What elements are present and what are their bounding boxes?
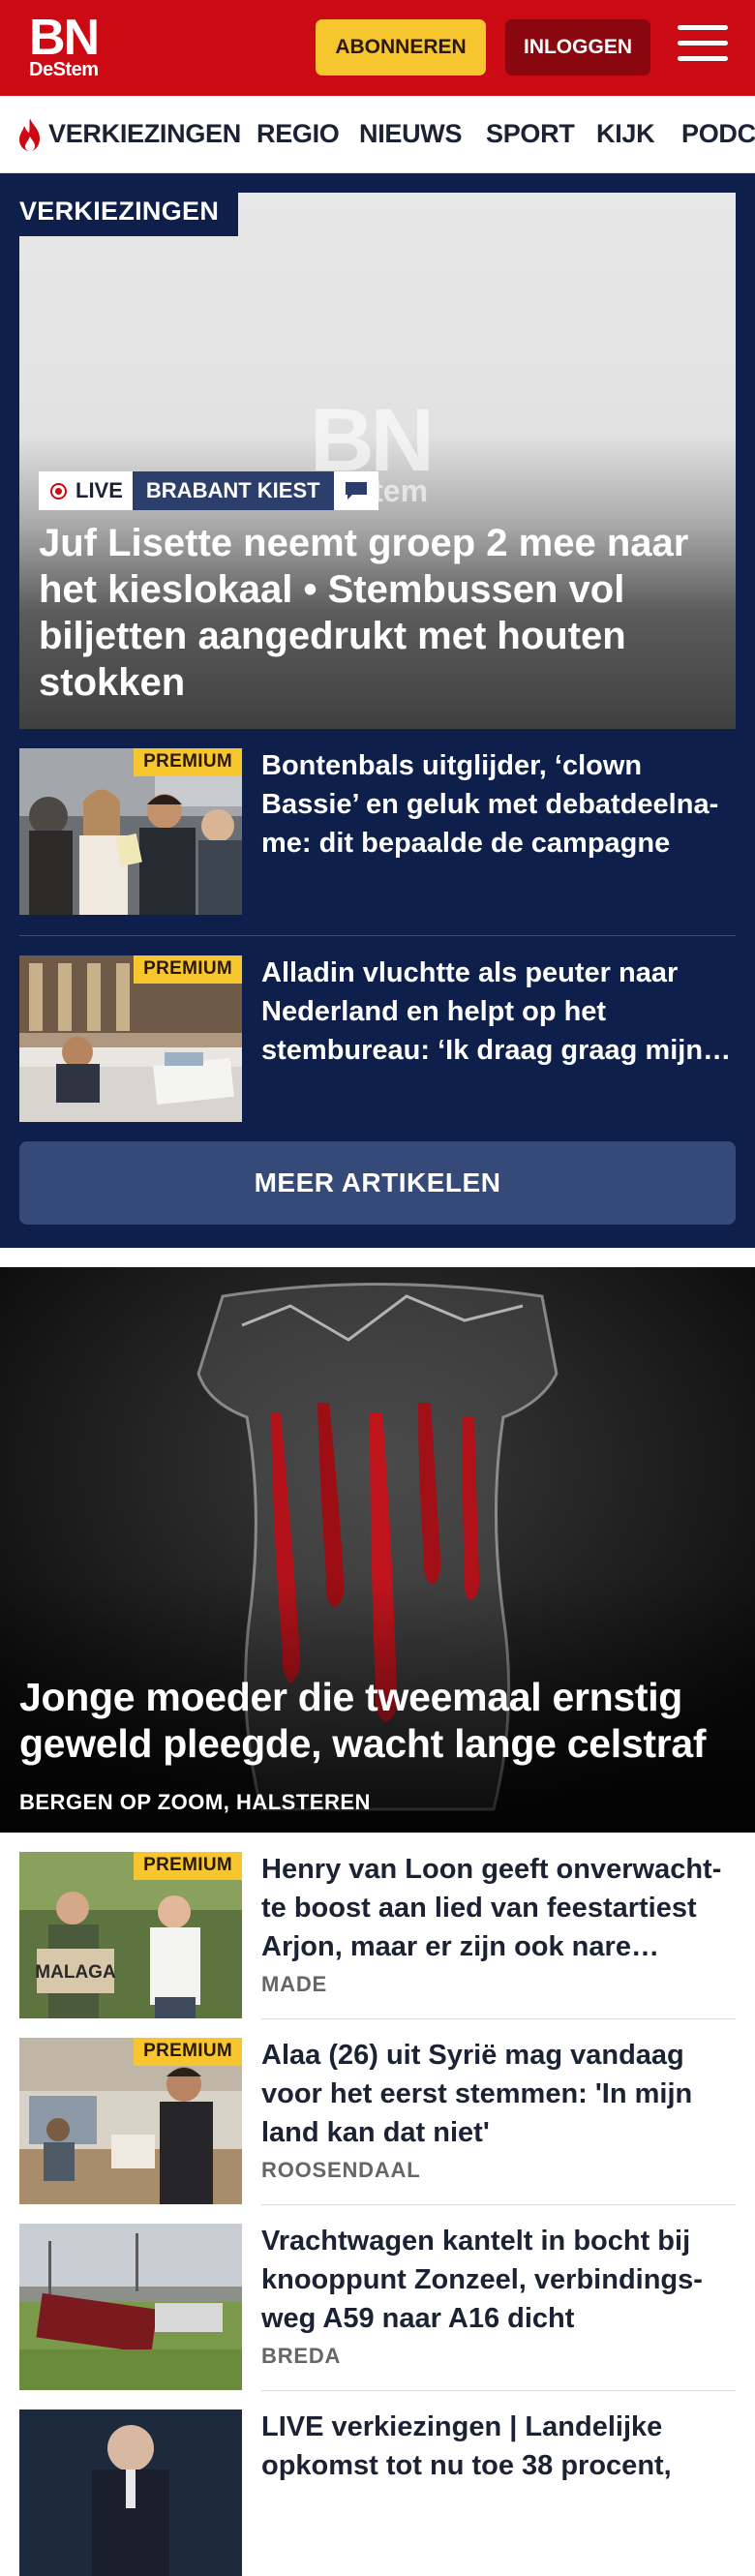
main-story-title[interactable]: Jonge moeder die tweemaal ernstig geweld… <box>19 1674 736 1767</box>
article-thumbnail: MALAGA PREMIUM <box>19 1852 242 2018</box>
nav-item-sport[interactable]: SPORT <box>486 119 575 149</box>
list-item[interactable]: PREMIUM Bontenbals uitglijder, ‘clown Ba… <box>19 748 736 915</box>
premium-badge: PREMIUM <box>134 1852 242 1880</box>
logo-bn: BN <box>29 10 100 66</box>
article-thumbnail <box>19 2224 242 2390</box>
article-title[interactable]: Bontenbals uitglijder, ‘clown Bassie’ en… <box>261 746 736 863</box>
nav-item-podcast[interactable]: PODC <box>681 119 755 149</box>
live-dot-icon <box>50 482 67 500</box>
hero-title[interactable]: Juf Lisette neemt groep 2 mee naar het k… <box>39 520 716 706</box>
nav-item-kijk[interactable]: KIJK <box>596 119 655 149</box>
premium-badge: PREMIUM <box>134 748 242 776</box>
list-item[interactable]: PREMIUM Alladin vluchtte als peuter naar… <box>19 955 736 1122</box>
flame-icon <box>19 118 40 151</box>
list-item[interactable]: MALAGA PREMIUM Henry van Loon geeft onve… <box>19 1852 736 2018</box>
premium-badge: PREMIUM <box>134 2038 242 2066</box>
article-thumbnail: PREMIUM <box>19 955 242 1122</box>
article-location: BREDA <box>261 2344 342 2368</box>
article-title[interactable]: Alladin vluchtte als peuter naar Nederla… <box>261 954 736 1070</box>
divider <box>261 2204 736 2205</box>
chat-bubble-icon <box>333 471 378 510</box>
article-thumbnail: PREMIUM <box>19 2038 242 2204</box>
hero-article[interactable]: BN DeStem VERKIEZINGEN LIVE BRABANT KIES… <box>19 193 736 729</box>
main-story-location: BERGEN OP ZOOM, HALSTEREN <box>19 1790 371 1814</box>
article-title[interactable]: Henry van Loon geeft onverwacht­te boost… <box>261 1850 736 1966</box>
divider <box>261 2018 736 2019</box>
live-badge: LIVE <box>39 471 133 510</box>
article-thumbnail: PREMIUM <box>19 748 242 915</box>
section-label[interactable]: VERKIEZINGEN <box>19 193 239 236</box>
list-item[interactable]: LIVE verkiezingen | Landelijke opkomst t… <box>19 2409 736 2576</box>
subscribe-button[interactable]: ABONNEREN <box>316 19 486 76</box>
watermark-bn: BN <box>310 391 435 490</box>
article-title[interactable]: Vrachtwagen kantelt in bocht bij knooppu… <box>261 2222 736 2338</box>
nav-item-regio[interactable]: REGIO <box>257 119 340 149</box>
main-story[interactable]: Jonge moeder die tweemaal ernstig geweld… <box>0 1267 755 1833</box>
divider <box>19 935 736 936</box>
elections-section: BN DeStem VERKIEZINGEN LIVE BRABANT KIES… <box>0 173 755 1248</box>
article-location: ROOSENDAAL <box>261 2158 421 2182</box>
premium-badge: PREMIUM <box>134 955 242 984</box>
article-thumbnail <box>19 2409 242 2576</box>
logo-destem: DeStem <box>29 59 99 80</box>
top-header: BN DeStem ABONNEREN INLOGGEN <box>0 0 755 96</box>
live-label: LIVE <box>76 478 123 502</box>
article-location: MADE <box>261 1972 327 1996</box>
more-articles-button[interactable]: MEER ARTIKELEN <box>19 1141 736 1225</box>
article-title[interactable]: LIVE verkiezingen | Landelijke opkomst t… <box>261 2408 736 2485</box>
list-item[interactable]: Vrachtwagen kantelt in bocht bij knooppu… <box>19 2224 736 2390</box>
nav-item-nieuws[interactable]: NIEUWS <box>359 119 463 149</box>
article-title[interactable]: Alaa (26) uit Syrië mag vandaag voor het… <box>261 2036 736 2152</box>
nav-item-verkiezingen[interactable]: VERKIEZINGEN <box>48 119 241 149</box>
sign-text: MALAGA <box>35 1962 116 1983</box>
list-item[interactable]: PREMIUM Alaa (26) uit Syrië mag vandaag … <box>19 2038 736 2204</box>
divider <box>261 2390 736 2391</box>
hamburger-menu-icon[interactable] <box>678 25 728 68</box>
login-button[interactable]: INLOGGEN <box>505 19 650 76</box>
main-nav: VERKIEZINGEN REGIO NIEUWS SPORT KIJK POD… <box>0 96 755 173</box>
category-badge: BRABANT KIEST <box>132 471 334 510</box>
site-logo[interactable]: BN DeStem <box>29 10 100 80</box>
hero-badges: LIVE BRABANT KIEST <box>39 471 378 510</box>
